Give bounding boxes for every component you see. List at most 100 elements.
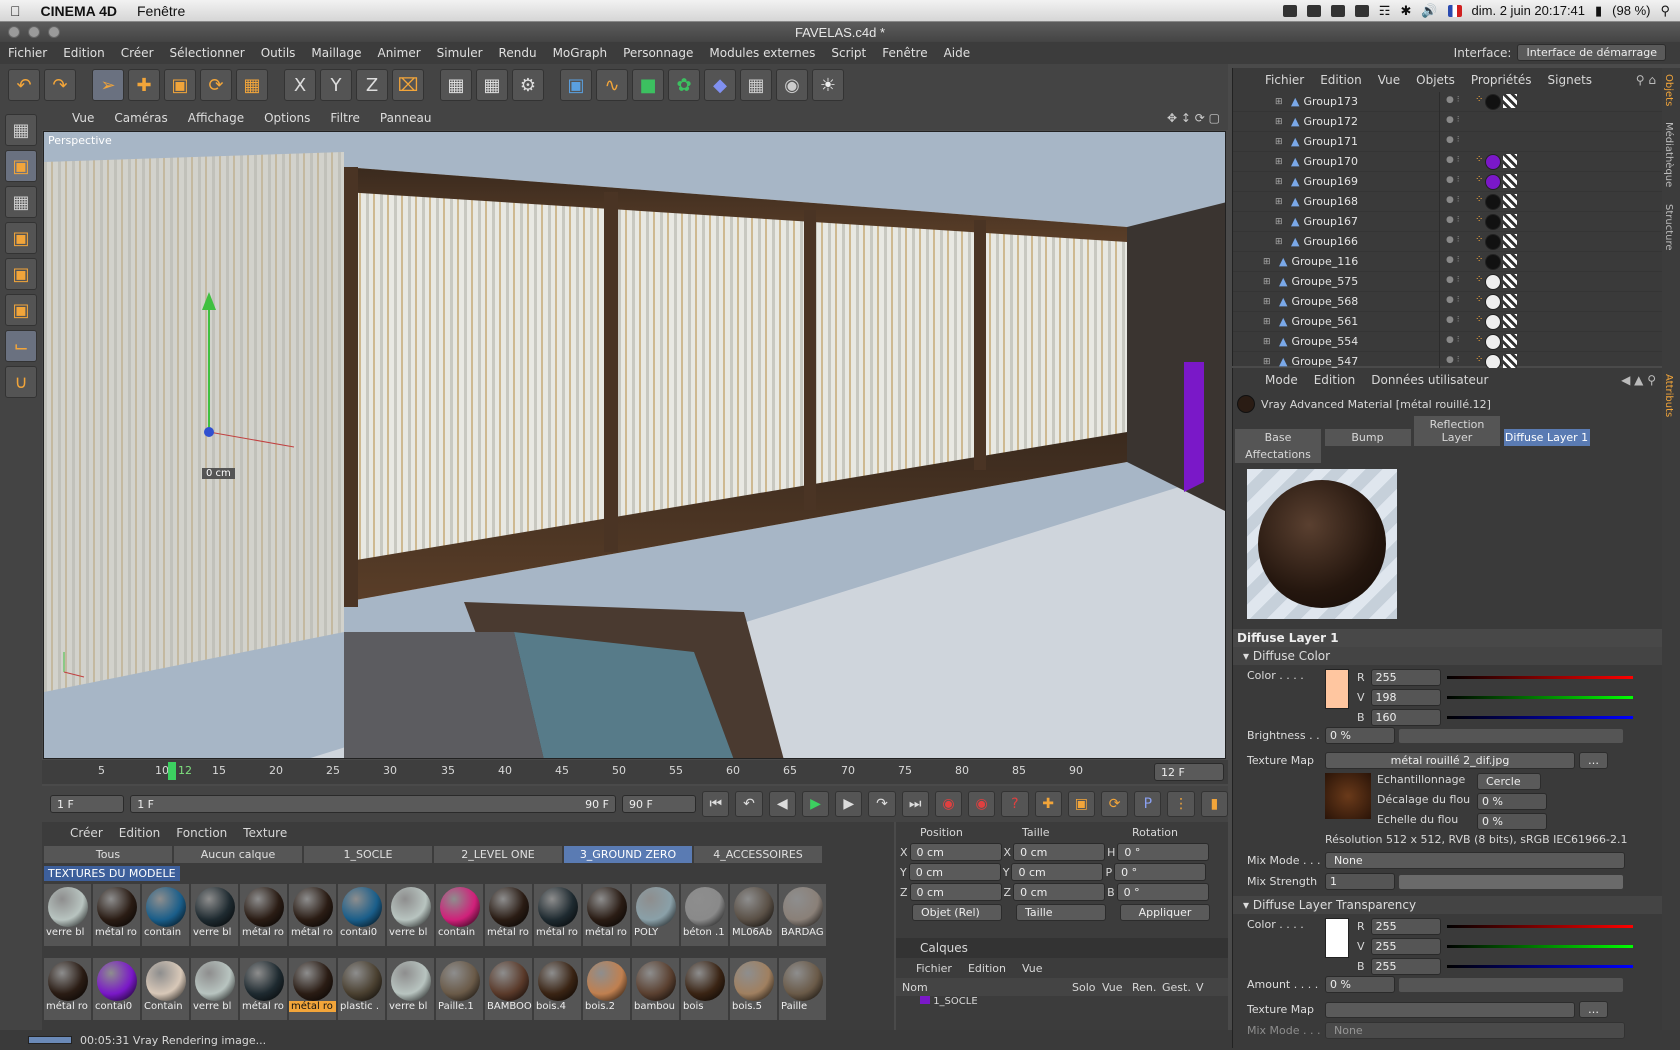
object-row[interactable]: ⊞ ▲ Group172 ● ⁝ — [1233, 111, 1662, 132]
material-swatch[interactable]: Paille — [779, 958, 826, 1020]
points-mode-icon[interactable]: ▣ — [5, 222, 37, 254]
menubar-clock[interactable]: dim. 2 juin 20:17:41 — [1472, 3, 1585, 18]
phong-tag-icon[interactable]: ⁘ — [1475, 174, 1483, 190]
transparency-v-field[interactable]: 255 — [1370, 938, 1441, 955]
mat-menu-texture[interactable]: Texture — [235, 826, 295, 840]
key-pla-icon[interactable]: ⋮ — [1167, 791, 1195, 817]
menu-outils[interactable]: Outils — [253, 46, 304, 60]
vp-menu-vue[interactable]: Vue — [62, 111, 104, 125]
blur-offset-field[interactable]: 0 % — [1477, 793, 1547, 810]
dropbox-icon[interactable] — [1306, 4, 1321, 17]
material-swatch[interactable]: métal ro — [44, 958, 91, 1020]
material-tag-icon[interactable] — [1485, 253, 1502, 270]
attr-menu-edition[interactable]: Edition — [1306, 373, 1364, 387]
side-tab-mediatheque[interactable]: Médiathèque — [1663, 122, 1674, 187]
brightness-field[interactable]: 0 % — [1325, 727, 1395, 744]
menu-aide[interactable]: Aide — [936, 46, 979, 60]
spotlight-icon[interactable]: ⚲ — [1660, 3, 1670, 19]
y-axis-lock-icon[interactable]: Y — [320, 69, 352, 101]
obj-search-icon[interactable]: ⚲ ⌂ — [1636, 73, 1662, 87]
render-view-icon[interactable]: ▦ — [440, 69, 472, 101]
window-menu[interactable]: Fenêtre — [127, 3, 195, 19]
attr-nav-icons[interactable]: ◀ ▲ ⚲ — [1621, 373, 1662, 387]
transparency-texture-button[interactable] — [1325, 1001, 1575, 1018]
visibility-toggle[interactable]: ● ⁝ — [1439, 151, 1473, 172]
menu-selectionner[interactable]: Sélectionner — [162, 46, 253, 60]
battery-icon[interactable]: ▮ — [1595, 3, 1602, 19]
visibility-toggle[interactable]: ● ⁝ — [1439, 111, 1473, 132]
blur-scale-field[interactable]: 0 % — [1477, 813, 1547, 830]
phong-tag-icon[interactable]: ⁘ — [1475, 294, 1483, 310]
menu-simuler[interactable]: Simuler — [429, 46, 491, 60]
material-swatch[interactable]: verre bl — [191, 958, 238, 1020]
object-tags[interactable]: ⁘ — [1475, 293, 1518, 310]
expand-icon[interactable]: ⊞ — [1263, 277, 1275, 287]
edges-mode-icon[interactable]: ▣ — [5, 258, 37, 290]
side-tab-objets[interactable]: Objets — [1663, 74, 1674, 106]
obj-menu-objets[interactable]: Objets — [1408, 73, 1463, 87]
expand-icon[interactable]: ⊞ — [1263, 337, 1275, 347]
material-tag-icon[interactable] — [1485, 213, 1502, 230]
layer-tab-aucun-calque[interactable]: Aucun calque — [174, 845, 302, 863]
expand-icon[interactable]: ⊞ — [1275, 197, 1287, 207]
texture-more-button[interactable]: … — [1579, 752, 1608, 769]
object-tags[interactable]: ⁘ — [1475, 253, 1518, 270]
close-window-button[interactable] — [8, 26, 20, 38]
sampling-dropdown[interactable]: Cercle — [1477, 773, 1541, 790]
apply-button[interactable]: Appliquer — [1120, 903, 1210, 921]
material-tag-icon[interactable] — [1485, 273, 1502, 290]
layers-menu-edition[interactable]: Edition — [968, 962, 1006, 975]
app-name-menu[interactable]: CINEMA 4D — [31, 3, 128, 19]
tab-bump[interactable]: Bump — [1324, 429, 1411, 446]
amount-field[interactable]: 0 % — [1325, 976, 1395, 993]
side-tab-attributs[interactable]: Attributs — [1663, 374, 1674, 417]
x-axis-lock-icon[interactable]: X — [284, 69, 316, 101]
object-row[interactable]: ⊞ ▲ Group171 ● ⁝ — [1233, 131, 1662, 152]
phong-tag-icon[interactable]: ⁘ — [1475, 314, 1483, 330]
texture-tag-icon[interactable] — [1503, 293, 1518, 308]
material-swatch[interactable]: béton .1 — [681, 884, 728, 946]
key-scale-icon[interactable]: ▣ — [1067, 791, 1095, 817]
material-swatch[interactable]: contai0 — [338, 884, 385, 946]
layer-tab-level-one[interactable]: 2_LEVEL ONE — [434, 845, 562, 863]
texture-tag-icon[interactable] — [1503, 93, 1518, 108]
perspective-viewport[interactable]: Perspective 0 cm — [43, 131, 1226, 759]
v-slider[interactable] — [1446, 696, 1633, 699]
play-icon[interactable]: ▶ — [801, 791, 830, 817]
goto-end-icon[interactable]: ⏭ — [901, 791, 929, 817]
object-tags[interactable]: ⁘ — [1475, 333, 1518, 350]
texture-tag-icon[interactable] — [1503, 153, 1518, 168]
texture-mode-icon[interactable]: ▦ — [5, 186, 37, 218]
rotation-h-field[interactable]: 0 ° — [1117, 843, 1210, 861]
next-frame-icon[interactable]: ▶ — [835, 791, 863, 817]
menu-creer[interactable]: Créer — [113, 46, 162, 60]
key-param-icon[interactable]: P — [1134, 791, 1162, 817]
texture-tag-icon[interactable] — [1503, 353, 1518, 368]
move-tool-icon[interactable]: ✚ — [128, 69, 160, 101]
object-row[interactable]: ⊞ ▲ Group173 ● ⁝ ⁘ — [1233, 91, 1662, 112]
keyframe-help-icon[interactable]: ? — [1001, 791, 1029, 817]
render-picture-viewer-icon[interactable]: ▦ — [476, 69, 508, 101]
visibility-toggle[interactable]: ● ⁝ — [1439, 251, 1473, 272]
nurbs-icon[interactable]: ■ — [632, 69, 664, 101]
obj-menu-vue[interactable]: Vue — [1370, 73, 1408, 87]
object-row[interactable]: ⊞ ▲ Groupe_575 ● ⁝ ⁘ — [1233, 271, 1662, 292]
visibility-toggle[interactable]: ● ⁝ — [1439, 91, 1473, 112]
vp-menu-affichage[interactable]: Affichage — [178, 111, 254, 125]
apple-icon[interactable]:  — [0, 3, 31, 19]
range-slider[interactable]: 1 F 90 F — [130, 795, 616, 813]
material-swatch[interactable]: bois.4 — [534, 958, 581, 1020]
material-tag-icon[interactable] — [1485, 173, 1502, 190]
visibility-toggle[interactable]: ● ⁝ — [1439, 171, 1473, 192]
vp-menu-cameras[interactable]: Caméras — [104, 111, 177, 125]
scale-tool-icon[interactable]: ▣ — [164, 69, 196, 101]
object-row[interactable]: ⊞ ▲ Groupe_561 ● ⁝ ⁘ — [1233, 311, 1662, 332]
select-tool-icon[interactable]: ➢ — [92, 69, 124, 101]
expand-icon[interactable]: ⊞ — [1263, 357, 1275, 367]
playhead[interactable] — [168, 762, 176, 780]
position-x-field[interactable]: 0 cm — [909, 843, 1002, 861]
object-tags[interactable]: ⁘ — [1475, 213, 1518, 230]
object-tags[interactable]: ⁘ — [1475, 173, 1518, 190]
material-preview[interactable] — [1247, 469, 1397, 619]
material-swatch[interactable]: bois — [681, 958, 728, 1020]
